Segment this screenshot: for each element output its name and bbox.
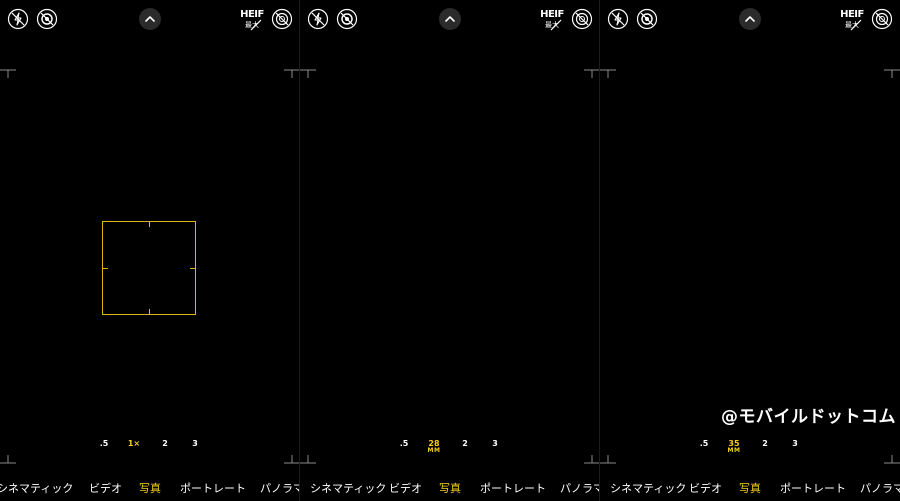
frame-corner-top-right	[884, 69, 900, 78]
zoom-unit: MM	[427, 447, 441, 454]
frame-corner-bottom-left	[600, 455, 616, 464]
mode-cinematic[interactable]: シネマティック	[0, 481, 73, 497]
mode-portrait[interactable]: ポートレート	[480, 481, 546, 497]
frame-corner-bottom-right	[284, 455, 300, 464]
zoom-option-3[interactable]: 3	[183, 437, 207, 451]
frame-corner-top-left	[300, 69, 316, 78]
zoom-option-2[interactable]: 2	[453, 437, 477, 451]
chevron-up-icon[interactable]	[439, 8, 461, 30]
focus-tick-right	[190, 268, 195, 269]
screen-divider	[599, 0, 600, 501]
flash-off-icon[interactable]	[7, 8, 29, 30]
frame-corner-top-right	[584, 69, 600, 78]
zoom-selector: .5 35 MM 2 3	[600, 437, 900, 457]
focus-tick-top	[149, 222, 150, 227]
focus-box	[102, 221, 196, 315]
mode-portrait[interactable]: ポートレート	[180, 481, 246, 497]
mode-cinematic[interactable]: シネマティック	[310, 481, 386, 497]
heif-max-off-icon[interactable]: HEIF 最大	[240, 10, 264, 32]
flash-off-icon[interactable]	[307, 8, 329, 30]
photographic-styles-off-icon[interactable]	[571, 8, 593, 30]
frame-corner-bottom-left	[0, 455, 16, 464]
photographic-styles-off-icon[interactable]	[871, 8, 893, 30]
heif-max-off-icon[interactable]: HEIF 最大	[840, 10, 864, 32]
zoom-option-3[interactable]: 3	[783, 437, 807, 451]
zoom-option-0-5[interactable]: .5	[392, 437, 416, 451]
zoom-option-35mm[interactable]: 35 MM	[722, 437, 746, 454]
mode-panorama[interactable]: パノラマ	[860, 481, 900, 497]
focus-tick-bottom	[149, 309, 150, 314]
mode-video[interactable]: ビデオ	[89, 481, 122, 497]
zoom-option-2[interactable]: 2	[753, 437, 777, 451]
mode-selector: シネマティック ビデオ 写真 ポートレート パノラマ	[600, 481, 900, 497]
chevron-up-icon[interactable]	[139, 8, 161, 30]
mode-video[interactable]: ビデオ	[389, 481, 422, 497]
zoom-option-0-5[interactable]: .5	[92, 437, 116, 451]
frame-corner-top-right	[284, 69, 300, 78]
zoom-unit: MM	[727, 447, 741, 454]
frame-corner-bottom-right	[884, 455, 900, 464]
screen-divider	[299, 0, 300, 501]
zoom-selector: .5 28 MM 2 3	[300, 437, 600, 457]
mode-photo[interactable]: 写真	[739, 481, 761, 497]
mode-photo[interactable]: 写真	[439, 481, 461, 497]
zoom-option-0-5[interactable]: .5	[692, 437, 716, 451]
mode-panorama[interactable]: パノラマ	[560, 481, 600, 497]
frame-corner-top-left	[600, 69, 616, 78]
zoom-option-2[interactable]: 2	[153, 437, 177, 451]
heif-max-off-icon[interactable]: HEIF 最大	[540, 10, 564, 32]
chevron-up-icon[interactable]	[739, 8, 761, 30]
mode-portrait[interactable]: ポートレート	[780, 481, 846, 497]
live-photo-off-icon[interactable]	[36, 8, 58, 30]
mode-cinematic[interactable]: シネマティック	[610, 481, 686, 497]
frame-corner-bottom-right	[584, 455, 600, 464]
camera-screen-2: HEIF 最大 .5 28 MM 2 3 シネマティック ビデオ 写真 ポートレー…	[300, 0, 600, 501]
flash-off-icon[interactable]	[607, 8, 629, 30]
mode-video[interactable]: ビデオ	[689, 481, 722, 497]
focus-tick-left	[103, 268, 108, 269]
watermark: @モバイルドットコム	[721, 407, 896, 427]
live-photo-off-icon[interactable]	[336, 8, 358, 30]
frame-corner-bottom-left	[300, 455, 316, 464]
photographic-styles-off-icon[interactable]	[271, 8, 293, 30]
zoom-option-3[interactable]: 3	[483, 437, 507, 451]
mode-photo[interactable]: 写真	[139, 481, 161, 497]
zoom-option-1x[interactable]: 1×	[122, 437, 146, 451]
frame-corner-top-left	[0, 69, 16, 78]
mode-panorama[interactable]: パノラマ	[260, 481, 300, 497]
zoom-selector: .5 1× 2 3	[0, 437, 300, 457]
live-photo-off-icon[interactable]	[636, 8, 658, 30]
mode-selector: シネマティック ビデオ 写真 ポートレート パノラマ	[0, 481, 300, 497]
zoom-option-28mm[interactable]: 28 MM	[422, 437, 446, 454]
mode-selector: シネマティック ビデオ 写真 ポートレート パノラマ	[300, 481, 600, 497]
camera-screen-1: HEIF 最大 .5 1× 2 3 シネマティック ビデオ 写真 ポートレート …	[0, 0, 300, 501]
